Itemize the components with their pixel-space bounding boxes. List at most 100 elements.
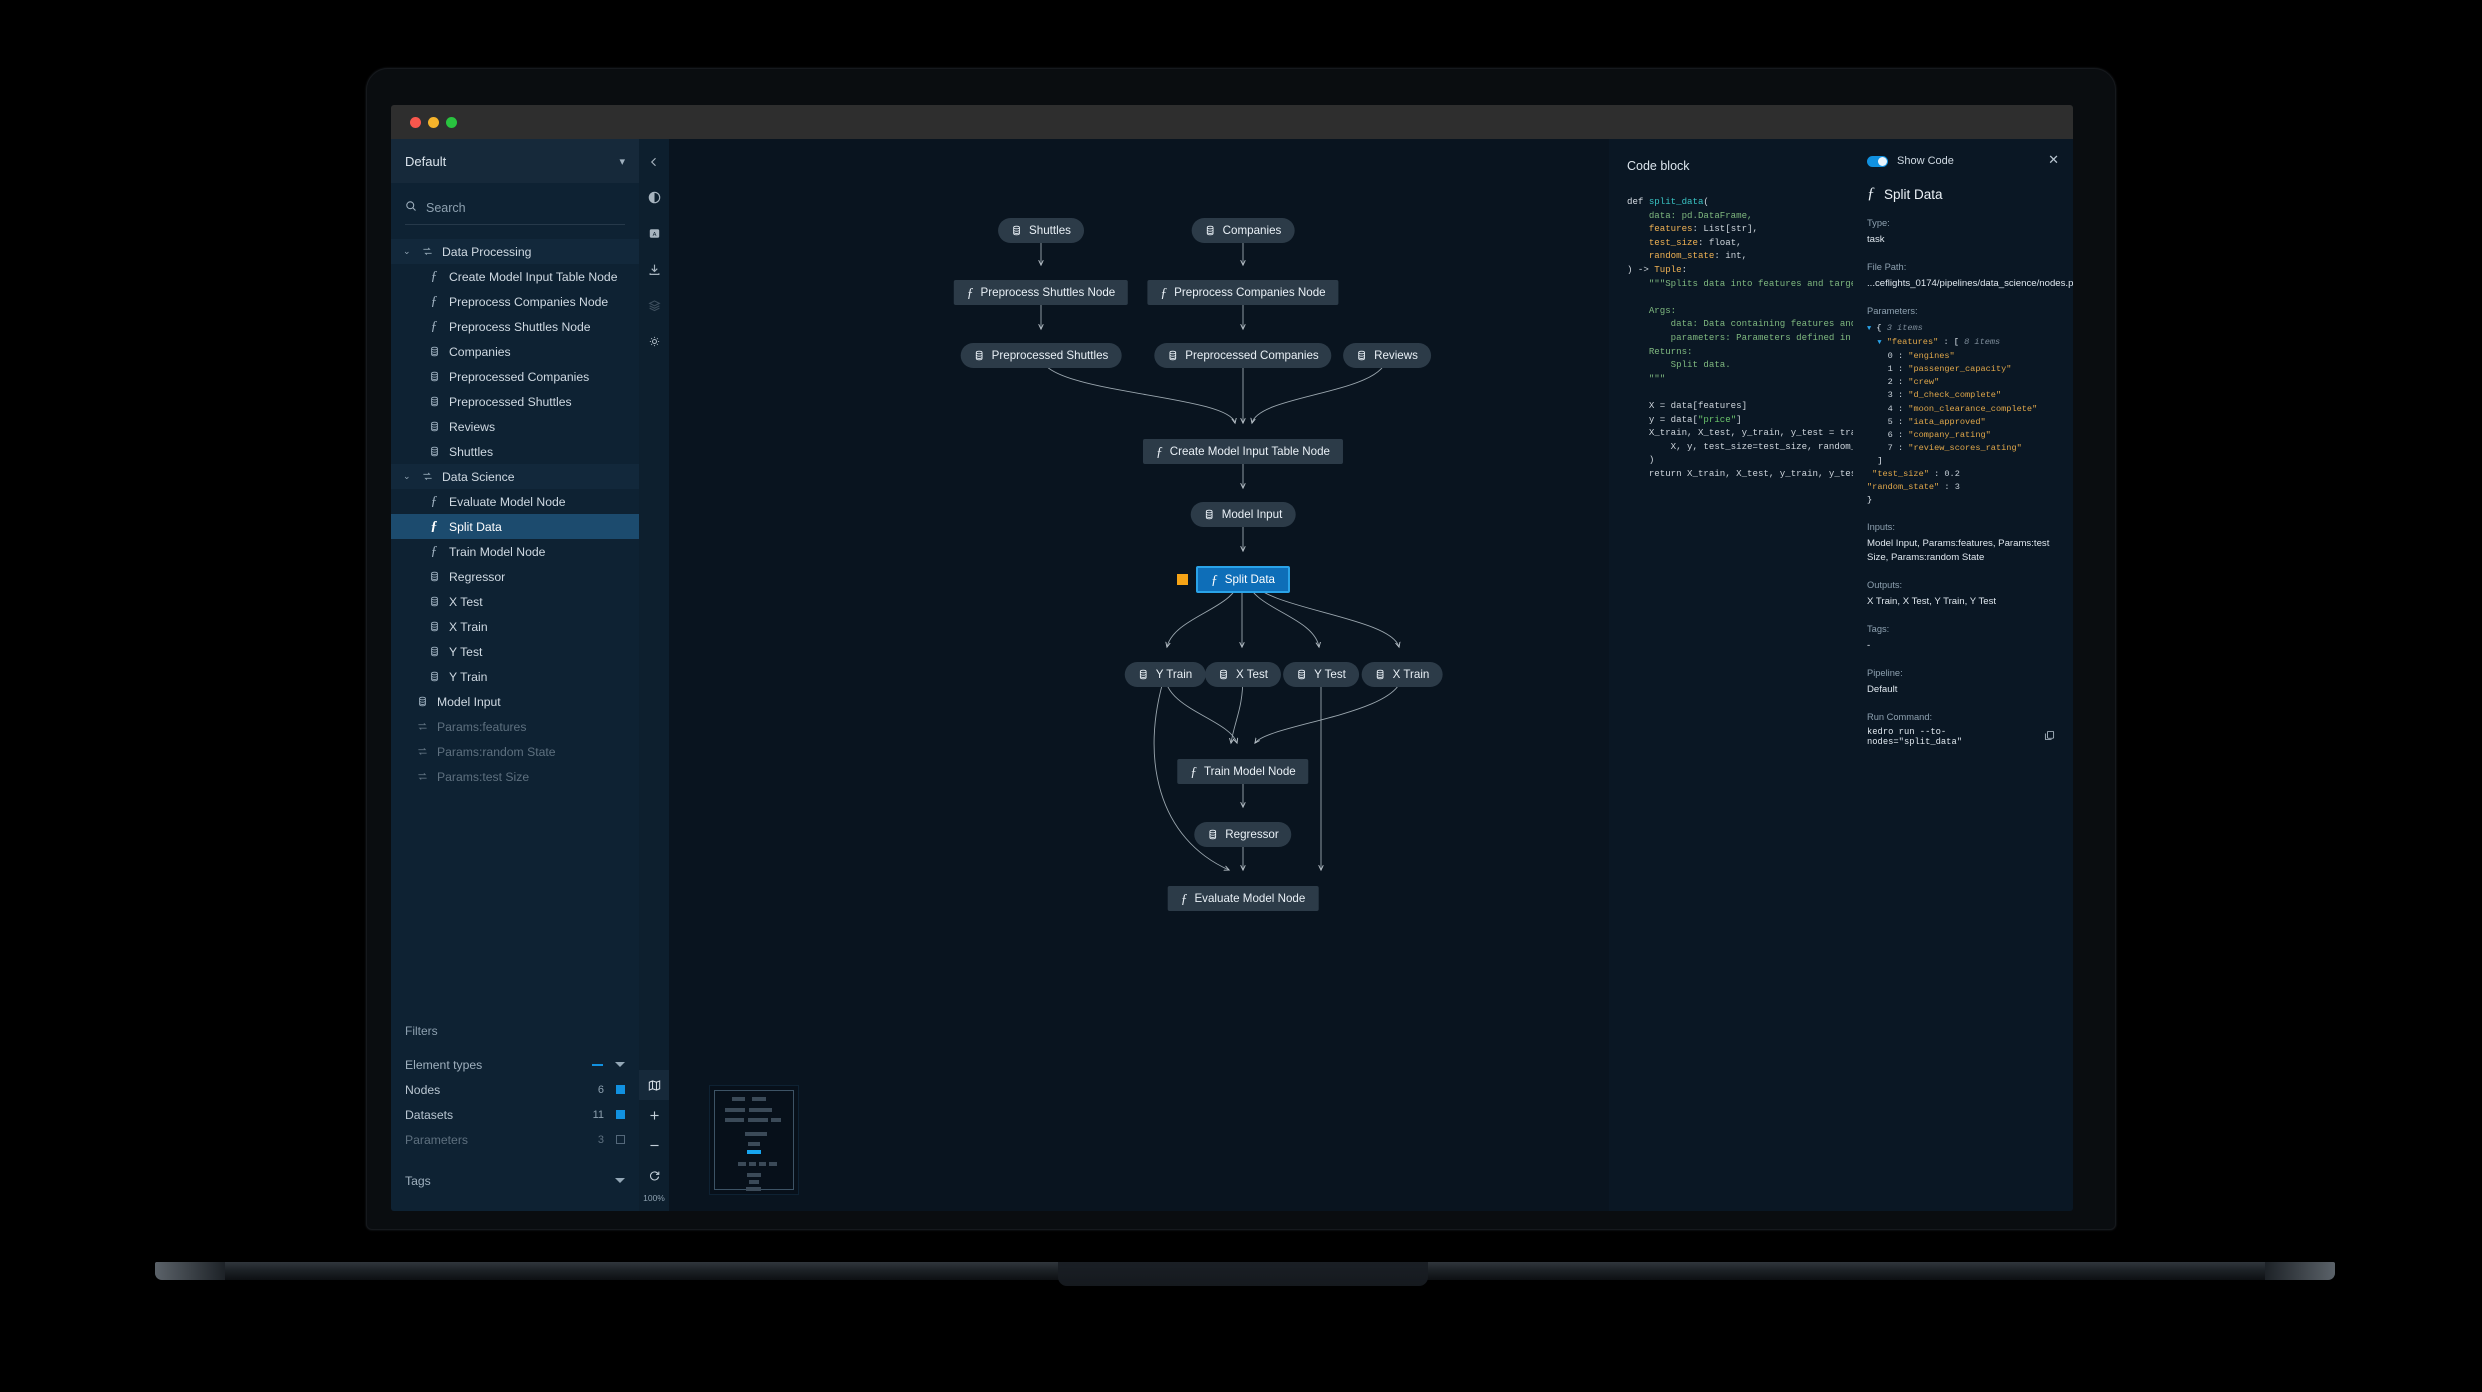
tree-item-preprocessed-shuttles[interactable]: Preprocessed Shuttles [391,389,639,414]
zoom-out-icon[interactable] [639,1130,669,1160]
dataset-icon [427,571,441,582]
dataset-icon [1207,829,1218,840]
flow-node-x-train[interactable]: X Train [1361,662,1443,687]
theme-icon[interactable] [648,191,661,209]
tree-item-label: Params:random State [437,744,556,759]
flow-node-label: X Test [1235,668,1269,681]
tree-item-preprocessed-companies[interactable]: Preprocessed Companies [391,364,639,389]
tree-item-shuttles[interactable]: Shuttles [391,439,639,464]
search-input[interactable] [426,201,625,215]
tree-item-params-random-state[interactable]: Params:random State [391,739,639,764]
pipeline-selector[interactable]: Default ▾ [391,139,639,183]
label-icon[interactable]: A [648,227,661,245]
tree-item-x-train[interactable]: X Train [391,614,639,639]
flow-node-preprocess-companies-node[interactable]: ƒ Preprocess Companies Node [1147,280,1339,305]
parameters-icon [415,771,429,782]
flow-node-split-data[interactable]: ƒ Split Data [1195,566,1291,593]
filter-row-parameters[interactable]: Parameters 3 [405,1127,625,1152]
flow-node-preprocessed-shuttles[interactable]: Preprocessed Shuttles [960,343,1122,368]
tree-item-reviews[interactable]: Reviews [391,414,639,439]
tree-item-y-test[interactable]: Y Test [391,639,639,664]
app-body: Default ▾ ⌄ Data Processing ƒ Create Model … [391,139,2073,1211]
metadata-title-row: ƒ Split Data [1867,185,2055,203]
flow-node-evaluate-model-node[interactable]: ƒ Evaluate Model Node [1167,886,1319,911]
dataset-icon [427,621,441,632]
chevron-down-icon[interactable]: ⌄ [403,246,412,257]
flow-node-regressor[interactable]: Regressor [1194,822,1292,847]
flowchart-canvas[interactable]: Shuttles Companies ƒ Preprocess Shuttles No… [669,139,1609,1211]
filter-checkbox[interactable] [616,1110,625,1119]
tree-item-evaluate-model-node[interactable]: ƒ Evaluate Model Node [391,489,639,514]
tree-item-label: Preprocessed Companies [449,369,590,384]
minimap[interactable] [709,1085,799,1195]
tree-item-label: X Test [449,594,483,609]
filter-row-nodes[interactable]: Nodes 6 [405,1077,625,1102]
tree-item-data-processing[interactable]: ⌄ Data Processing [391,239,639,264]
dataset-icon [1138,669,1149,680]
tree-item-preprocess-shuttles-node[interactable]: ƒ Preprocess Shuttles Node [391,314,639,339]
zoom-in-icon[interactable] [639,1100,669,1130]
minimap-viewport [714,1090,794,1192]
flow-node-shuttles[interactable]: Shuttles [998,218,1084,243]
collapse-icon[interactable] [648,155,660,173]
parameters-json-tree[interactable]: ▼ { 3 items ▼ "features" : [ 8 items 0 :… [1867,322,2055,507]
tree-item-companies[interactable]: Companies [391,339,639,364]
chevron-down-icon[interactable] [615,1178,625,1183]
flow-node-y-train[interactable]: Y Train [1124,662,1206,687]
search-bar[interactable] [405,199,625,225]
window-maximize-button[interactable] [446,117,457,128]
function-icon: ƒ [1160,284,1168,300]
layers-icon[interactable] [647,299,661,317]
flow-node-companies[interactable]: Companies [1191,218,1295,243]
search-icon [405,199,417,217]
tree-item-create-model-input-table-node[interactable]: ƒ Create Model Input Table Node [391,264,639,289]
flow-node-label: Companies [1222,224,1282,237]
close-icon[interactable]: ✕ [2048,153,2059,166]
window-minimize-button[interactable] [428,117,439,128]
filter-checkbox[interactable] [616,1085,625,1094]
tree-item-model-input[interactable]: Model Input [391,689,639,714]
filters-title: Filters [405,1024,438,1038]
reset-zoom-icon[interactable] [639,1160,669,1190]
show-code-toggle-row[interactable]: Show Code [1867,155,2055,167]
minimap-icon[interactable] [639,1070,669,1100]
flow-node-reviews[interactable]: Reviews [1343,343,1431,368]
tree-item-x-test[interactable]: X Test [391,589,639,614]
dataset-icon [427,596,441,607]
window-close-button[interactable] [410,117,421,128]
flow-node-model-input[interactable]: Model Input [1190,502,1296,527]
flow-node-y-test[interactable]: Y Test [1283,662,1359,687]
tree-item-train-model-node[interactable]: ƒ Train Model Node [391,539,639,564]
chevron-down-icon[interactable]: ⌄ [403,471,412,482]
settings-icon[interactable] [648,335,661,353]
copy-icon[interactable] [2044,728,2055,746]
flow-node-preprocessed-companies[interactable]: Preprocessed Companies [1154,343,1332,368]
tree-item-preprocess-companies-node[interactable]: ƒ Preprocess Companies Node [391,289,639,314]
tree-item-params-features[interactable]: Params:features [391,714,639,739]
chevron-down-icon[interactable] [615,1062,625,1067]
show-code-toggle[interactable] [1867,155,1888,167]
dataset-icon [427,646,441,657]
flow-node-preprocess-shuttles-node[interactable]: ƒ Preprocess Shuttles Node [953,280,1129,305]
collapse-caret-icon[interactable]: ▼ [1877,339,1881,347]
tree-item-params-test-size[interactable]: Params:test Size [391,764,639,789]
flow-node-create-model-input-table-node[interactable]: ƒ Create Model Input Table Node [1142,439,1344,464]
collapse-caret-icon[interactable]: ▼ [1867,325,1871,333]
tree-item-regressor[interactable]: Regressor [391,564,639,589]
indeterminate-icon[interactable] [592,1063,603,1066]
filter-row-datasets[interactable]: Datasets 11 [405,1102,625,1127]
tree-item-data-science[interactable]: ⌄ Data Science [391,464,639,489]
json-row: "random_state" : 3 [1867,482,1960,493]
flow-node-train-model-node[interactable]: ƒ Train Model Node [1177,759,1309,784]
export-icon[interactable] [648,263,661,281]
flow-node-x-test[interactable]: X Test [1204,662,1282,687]
filter-group-tags[interactable]: Tags [405,1168,625,1193]
filter-checkbox[interactable] [616,1135,625,1144]
json-row: 4 : "moon_clearance_complete" [1887,403,2038,414]
json-row: 0 : "engines" [1887,351,1955,362]
filter-group-element-types[interactable]: Element types [405,1052,625,1077]
filter-rows: Nodes 6 Datasets 11 Parameters 3 [405,1077,625,1152]
tree-item-y-train[interactable]: Y Train [391,664,639,689]
tree-item-label: Train Model Node [449,544,546,559]
tree-item-split-data[interactable]: ƒ Split Data [391,514,639,539]
